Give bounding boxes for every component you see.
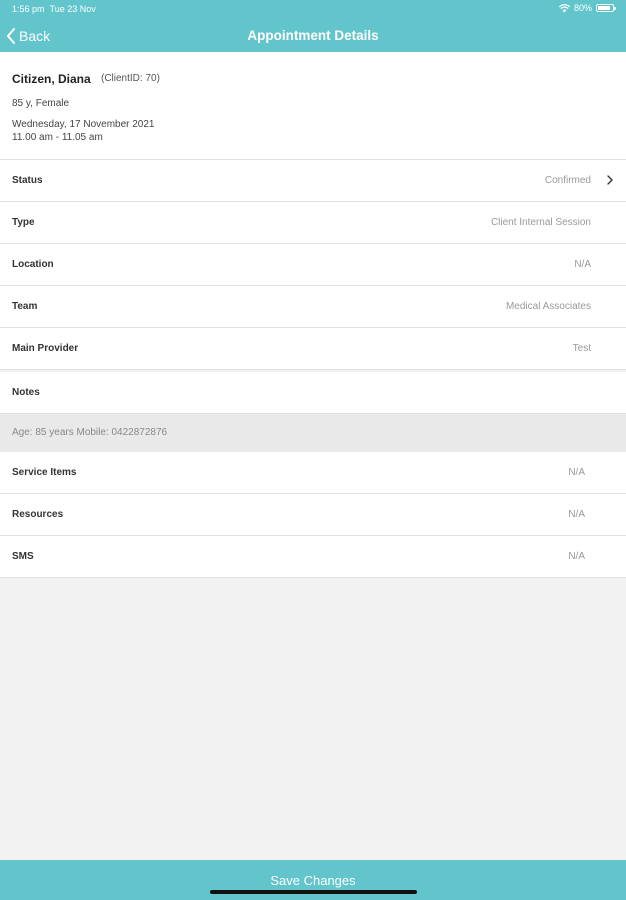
location-value: N/A xyxy=(574,259,591,270)
notes-label: Notes xyxy=(12,387,40,398)
type-value: Client Internal Session xyxy=(490,217,591,228)
main-provider-value: Test xyxy=(572,343,591,354)
status-label: Status xyxy=(12,175,43,186)
wifi-icon xyxy=(558,3,570,12)
appointment-date: Wednesday, 17 November 2021 xyxy=(12,119,155,130)
type-row[interactable]: Type Client Internal Session xyxy=(0,202,626,244)
chevron-right-icon xyxy=(607,175,613,185)
type-label: Type xyxy=(12,217,35,228)
appointment-time: 11.00 am - 11.05 am xyxy=(12,132,103,143)
battery-percent: 80% xyxy=(573,3,592,13)
notes-text: Age: 85 years Mobile: 0422872876 xyxy=(12,427,168,438)
save-changes-button[interactable]: Save Changes xyxy=(0,860,626,900)
home-indicator xyxy=(210,890,417,894)
client-id: (ClientID: 70) xyxy=(101,73,160,84)
resources-label: Resources xyxy=(12,509,64,520)
status-indicators: 80% xyxy=(558,3,616,13)
battery-icon xyxy=(596,4,616,12)
service-items-row[interactable]: Service Items N/A xyxy=(0,452,626,494)
location-row[interactable]: Location N/A xyxy=(0,244,626,286)
service-items-label: Service Items xyxy=(12,467,77,478)
team-row[interactable]: Team Medical Associates xyxy=(0,286,626,328)
save-changes-label: Save Changes xyxy=(270,873,356,888)
notes-row[interactable]: Notes xyxy=(0,372,626,414)
resources-row[interactable]: Resources N/A xyxy=(0,494,626,536)
page-title: Appointment Details xyxy=(247,28,379,43)
client-summary-card: Citizen, Diana (ClientID: 70) 85 y, Fema… xyxy=(0,52,626,160)
service-items-value: N/A xyxy=(568,467,585,478)
notes-content[interactable]: Age: 85 years Mobile: 0422872876 xyxy=(0,414,626,452)
status-bar: 1:56 pm Tue 23 Nov 80% xyxy=(0,0,626,18)
team-value: Medical Associates xyxy=(505,301,591,312)
navigation-bar: 1:56 pm Tue 23 Nov 80% Back Appointment … xyxy=(0,0,626,52)
main-provider-label: Main Provider xyxy=(12,343,79,354)
status-value: Confirmed xyxy=(544,175,591,186)
main-provider-row[interactable]: Main Provider Test xyxy=(0,328,626,370)
resources-value: N/A xyxy=(568,509,585,520)
location-label: Location xyxy=(12,259,54,270)
sms-row[interactable]: SMS N/A xyxy=(0,536,626,578)
client-demographics: 85 y, Female xyxy=(12,98,70,109)
team-label: Team xyxy=(12,301,38,312)
sms-value: N/A xyxy=(568,551,585,562)
sms-label: SMS xyxy=(12,551,34,562)
status-row[interactable]: Status Confirmed xyxy=(0,160,626,202)
status-time: 1:56 pm Tue 23 Nov xyxy=(12,4,96,14)
client-name: Citizen, Diana xyxy=(12,72,91,86)
